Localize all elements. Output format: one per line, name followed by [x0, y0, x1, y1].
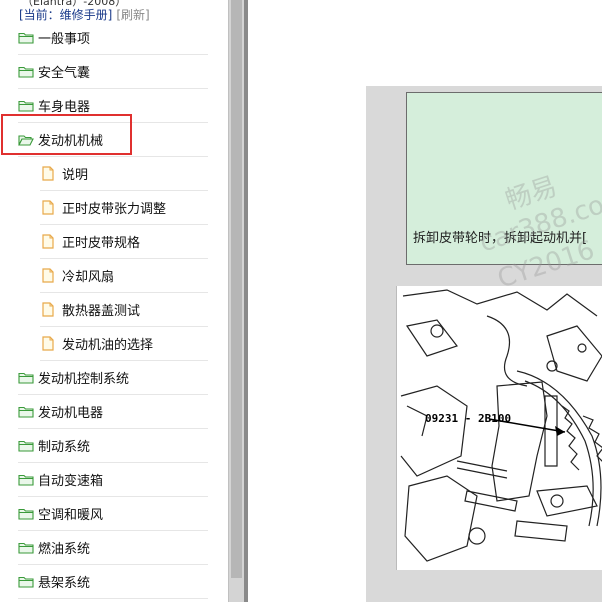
- folder-icon: [18, 406, 34, 418]
- tree-document-item[interactable]: 发动机油的选择: [40, 327, 208, 361]
- folder-icon: [18, 576, 34, 588]
- tree-folder-item[interactable]: 发动机电器: [18, 395, 208, 429]
- current-manual-label: [当前：维修手册]: [19, 8, 113, 22]
- highlight-box: [1, 114, 132, 155]
- tree-item-label: 散热器盖测试: [62, 304, 141, 319]
- tree-item-label: 空调和暖风: [38, 508, 104, 523]
- folder-icon: [18, 474, 34, 486]
- note-text: 拆卸皮带轮时，拆卸起动机并[: [413, 231, 588, 246]
- folder-icon: [18, 508, 34, 520]
- document-icon: [42, 166, 54, 181]
- tree-item-label: 正时皮带张力调整: [62, 202, 167, 217]
- content-pane: 拆卸皮带轮时，拆卸起动机并[09231 - 2B100: [248, 0, 602, 602]
- tree-item-label: 燃油系统: [38, 542, 91, 557]
- tree-document-item[interactable]: 散热器盖测试: [40, 293, 208, 327]
- folder-icon: [18, 440, 34, 452]
- tree-item-label: 发动机油的选择: [62, 338, 154, 353]
- tree-document-item[interactable]: 正时皮带张力调整: [40, 191, 208, 225]
- tree-pane: （Elantra）-2008） [当前：维修手册] [刷新] 一般事项 安全气囊 车身…: [0, 0, 228, 602]
- tree-item-label: 发动机电器: [38, 406, 104, 421]
- document-icon: [42, 336, 54, 351]
- tree-folder-item[interactable]: 燃油系统: [18, 531, 208, 565]
- engine-drawing: [397, 286, 602, 570]
- tree-item-label: 发动机控制系统: [38, 372, 130, 387]
- part-number-label: 09231 - 2B100: [425, 412, 512, 425]
- tree-folder-item[interactable]: 空调和暖风: [18, 497, 208, 531]
- tree-folder-item[interactable]: 悬架系统: [18, 565, 208, 599]
- tree-item-label: 安全气囊: [38, 66, 91, 81]
- engine-figure: 09231 - 2B100: [396, 286, 602, 570]
- tree-item-label: 自动变速箱: [38, 474, 104, 489]
- vertical-scrollbar[interactable]: [228, 0, 244, 602]
- folder-icon: [18, 372, 34, 384]
- tree-document-item[interactable]: 正时皮带规格: [40, 225, 208, 259]
- document-icon: [42, 200, 54, 215]
- tree-folder-item[interactable]: 自动变速箱: [18, 463, 208, 497]
- folder-icon: [18, 66, 34, 78]
- tree-folder-item[interactable]: 制动系统: [18, 429, 208, 463]
- tree-folder-item[interactable]: 安全气囊: [18, 55, 208, 89]
- folder-icon: [18, 32, 34, 44]
- document-icon: [42, 268, 54, 283]
- tree-folder-item[interactable]: 发动机控制系统: [18, 361, 208, 395]
- document-icon: [42, 302, 54, 317]
- document-icon: [42, 234, 54, 249]
- tree-item-label: 车身电器: [38, 100, 91, 115]
- tree-folder-item[interactable]: 一般事项: [18, 21, 208, 55]
- tree-document-item[interactable]: 冷却风扇: [40, 259, 208, 293]
- tree-item-label: 冷却风扇: [62, 270, 115, 285]
- tree-item-label: 说明: [62, 168, 89, 183]
- folder-icon: [18, 100, 34, 112]
- refresh-link[interactable]: [刷新]: [116, 8, 149, 22]
- folder-icon: [18, 542, 34, 554]
- tree-item-label: 悬架系统: [38, 576, 91, 591]
- tree-item-label: 一般事项: [38, 32, 91, 47]
- tree-document-item[interactable]: 说明: [40, 157, 208, 191]
- document-frame: 拆卸皮带轮时，拆卸起动机并[09231 - 2B100: [366, 86, 602, 602]
- scrollbar-thumb[interactable]: [231, 0, 242, 578]
- note-box: 拆卸皮带轮时，拆卸起动机并[: [406, 92, 602, 265]
- tree-item-label: 制动系统: [38, 440, 91, 455]
- tree-item-label: 正时皮带规格: [62, 236, 141, 251]
